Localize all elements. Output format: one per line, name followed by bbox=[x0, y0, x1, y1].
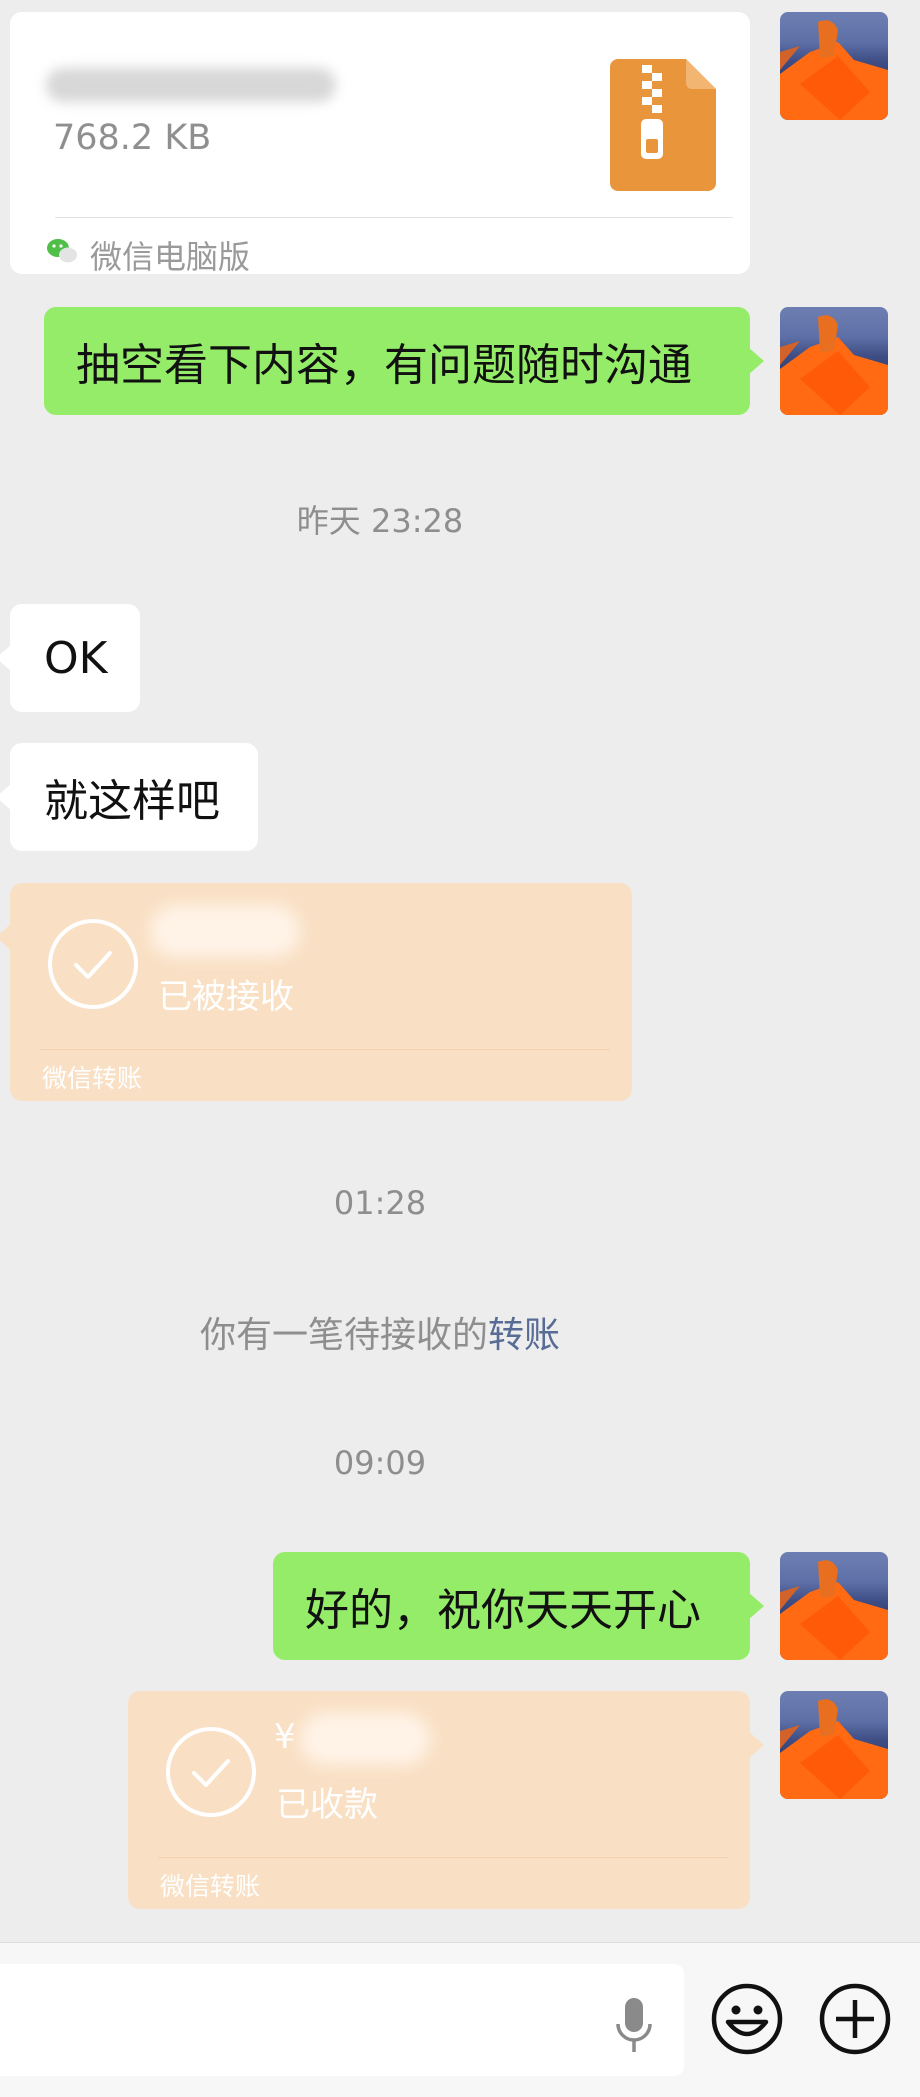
avatar-photo bbox=[780, 20, 888, 120]
file-message-card[interactable]: 768.2 KB 微信电脑版 bbox=[10, 12, 750, 276]
transfer-status: 已收款 bbox=[276, 1785, 378, 1825]
transfer-link[interactable]: 转账 bbox=[488, 1315, 560, 1356]
message-input[interactable] bbox=[0, 1964, 684, 2076]
zip-file-icon bbox=[610, 59, 716, 191]
avatar-photo bbox=[780, 1560, 888, 1660]
file-source-label: 微信电脑版 bbox=[90, 238, 251, 276]
system-notice-text: 你有一笔待接收的 bbox=[199, 1315, 488, 1356]
plus-icon[interactable] bbox=[818, 1982, 892, 2056]
self-avatar[interactable] bbox=[780, 1552, 888, 1660]
transfer-status: 已被接收 bbox=[158, 977, 294, 1017]
file-name-redacted bbox=[46, 68, 336, 102]
check-circle-icon bbox=[48, 919, 138, 1009]
message-text: OK bbox=[44, 632, 108, 684]
card-divider bbox=[158, 1857, 728, 1858]
self-avatar[interactable] bbox=[780, 12, 888, 120]
message-text: 就这样吧 bbox=[44, 776, 220, 827]
bubble-tail bbox=[748, 1592, 764, 1620]
bubble-tail bbox=[0, 783, 12, 811]
message-text: 好的，祝你天天开心 bbox=[305, 1585, 701, 1636]
emoji-icon[interactable] bbox=[710, 1982, 784, 2056]
check-circle-icon bbox=[166, 1727, 256, 1817]
system-notice: 你有一笔待接收的转账 bbox=[0, 1306, 760, 1358]
avatar-photo bbox=[780, 1699, 888, 1799]
received-message-bubble[interactable]: OK bbox=[0, 604, 140, 712]
card-divider bbox=[40, 1049, 610, 1050]
card-divider bbox=[55, 217, 733, 218]
currency-symbol: ¥ bbox=[274, 1717, 296, 1757]
transfer-received-card[interactable]: 已被接收 微信转账 bbox=[0, 883, 632, 1101]
bubble-tail bbox=[0, 644, 12, 672]
transfer-collected-card[interactable]: ¥ 已收款 微信转账 bbox=[128, 1691, 764, 1909]
microphone-icon[interactable] bbox=[612, 1996, 656, 2056]
self-avatar[interactable] bbox=[780, 1691, 888, 1799]
transfer-amount-redacted bbox=[150, 905, 300, 957]
bubble-tail bbox=[748, 347, 764, 375]
received-message-bubble[interactable]: 就这样吧 bbox=[0, 743, 258, 851]
chat-timestamp: 昨天 23:28 bbox=[296, 502, 464, 540]
transfer-label: 微信转账 bbox=[160, 1872, 261, 1901]
transfer-amount-redacted bbox=[300, 1713, 430, 1765]
transfer-label: 微信转账 bbox=[42, 1064, 143, 1093]
file-size: 768.2 KB bbox=[53, 118, 212, 158]
bubble-tail bbox=[0, 923, 12, 951]
self-avatar[interactable] bbox=[780, 307, 888, 415]
sent-message-bubble[interactable]: 抽空看下内容，有问题随时沟通 bbox=[44, 307, 764, 415]
wechat-icon bbox=[47, 239, 77, 263]
sent-message-bubble[interactable]: 好的，祝你天天开心 bbox=[273, 1552, 764, 1660]
avatar-photo bbox=[780, 315, 888, 415]
chat-timestamp: 09:09 bbox=[333, 1444, 427, 1482]
message-text: 抽空看下内容，有问题随时沟通 bbox=[76, 340, 692, 391]
bubble-tail bbox=[748, 1731, 764, 1759]
chat-timestamp: 01:28 bbox=[333, 1184, 427, 1222]
